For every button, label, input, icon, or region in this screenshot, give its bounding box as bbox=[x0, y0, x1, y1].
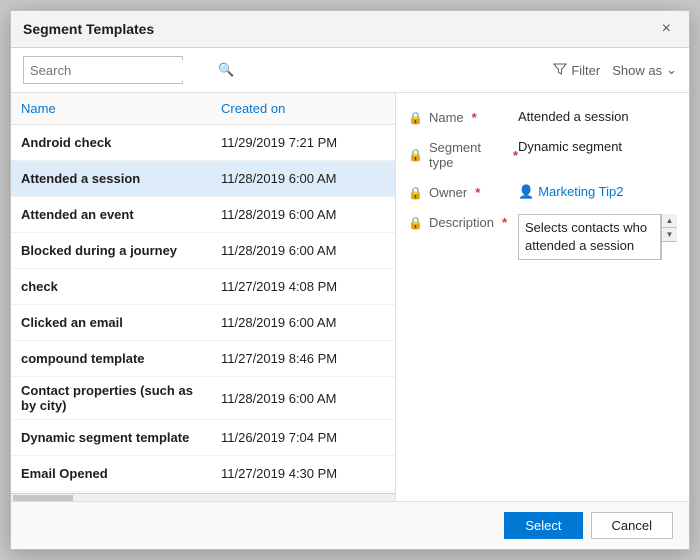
cell-name: check bbox=[11, 273, 211, 300]
list-row[interactable]: Blocked during a journey 11/28/2019 6:00… bbox=[11, 233, 395, 269]
show-as-button[interactable]: Show as ⌄ bbox=[612, 62, 677, 78]
description-textbox: Selects contacts who attended a session bbox=[518, 214, 661, 260]
close-button[interactable]: × bbox=[656, 19, 677, 39]
description-text: Selects contacts who attended a session bbox=[519, 215, 660, 259]
cell-date: 11/26/2019 7:04 PM bbox=[211, 424, 395, 451]
search-icon-button[interactable]: 🔍 bbox=[212, 62, 240, 78]
scroll-down-button[interactable]: ▼ bbox=[662, 228, 677, 242]
list-panel: Name Created on Android check 11/29/2019… bbox=[11, 93, 396, 501]
cell-date: 11/27/2019 4:08 PM bbox=[211, 273, 395, 300]
scrollbar-thumb bbox=[13, 495, 73, 501]
cell-name: Attended a session bbox=[11, 165, 211, 192]
select-button[interactable]: Select bbox=[504, 512, 582, 539]
detail-label-description: 🔒 Description * bbox=[408, 214, 518, 230]
lock-icon-description: 🔒 bbox=[408, 216, 423, 230]
title-bar: Segment Templates × bbox=[11, 11, 689, 48]
cell-date: 11/28/2019 6:00 AM bbox=[211, 201, 395, 228]
list-scroll-area[interactable]: Android check 11/29/2019 7:21 PM Attende… bbox=[11, 125, 395, 493]
detail-label-owner: 🔒 Owner * bbox=[408, 184, 518, 200]
toolbar-right: Filter Show as ⌄ bbox=[553, 62, 677, 79]
search-box: 🔍 bbox=[23, 56, 183, 84]
dialog-title: Segment Templates bbox=[23, 21, 154, 37]
detail-panel: 🔒 Name * Attended a session 🔒 Segment ty… bbox=[396, 93, 689, 501]
detail-label-segment-type-text: Segment type bbox=[429, 140, 505, 170]
cell-date: 11/29/2019 7:21 PM bbox=[211, 129, 395, 156]
dialog-footer: Select Cancel bbox=[11, 501, 689, 549]
detail-row-owner: 🔒 Owner * 👤 Marketing Tip2 bbox=[408, 184, 677, 200]
list-row[interactable]: compound template 11/27/2019 8:46 PM bbox=[11, 341, 395, 377]
detail-row-segment-type: 🔒 Segment type * Dynamic segment bbox=[408, 139, 677, 170]
detail-value-owner-wrap: 👤 Marketing Tip2 bbox=[518, 184, 677, 200]
cell-name: Clicked an email bbox=[11, 309, 211, 336]
search-input[interactable] bbox=[24, 60, 212, 81]
dialog-body: Name Created on Android check 11/29/2019… bbox=[11, 93, 689, 501]
detail-label-segment-type: 🔒 Segment type * bbox=[408, 139, 518, 170]
list-row[interactable]: Attended a session 11/28/2019 6:00 AM bbox=[11, 161, 395, 197]
detail-row-name: 🔒 Name * Attended a session bbox=[408, 109, 677, 125]
list-row[interactable]: Clicked an email 11/28/2019 6:00 AM bbox=[11, 305, 395, 341]
detail-label-owner-text: Owner bbox=[429, 185, 467, 200]
detail-value-name: Attended a session bbox=[518, 109, 677, 124]
detail-description-container: Selects contacts who attended a session … bbox=[518, 214, 677, 260]
detail-label-name-text: Name bbox=[429, 110, 464, 125]
cell-name: compound template bbox=[11, 345, 211, 372]
lock-icon-name: 🔒 bbox=[408, 111, 423, 125]
toolbar: 🔍 Filter Show as ⌄ bbox=[11, 48, 689, 93]
list-row[interactable]: Email Opened 11/27/2019 4:30 PM bbox=[11, 456, 395, 492]
cell-name: Attended an event bbox=[11, 201, 211, 228]
cell-name: Email Opened bbox=[11, 460, 211, 487]
show-as-label: Show as bbox=[612, 63, 662, 78]
detail-label-description-text: Description bbox=[429, 215, 494, 230]
column-header-date[interactable]: Created on bbox=[211, 99, 395, 118]
description-scroll-buttons: ▲ ▼ bbox=[661, 214, 677, 260]
filter-icon bbox=[553, 62, 567, 79]
cell-date: 11/28/2019 6:00 AM bbox=[211, 165, 395, 192]
search-icon: 🔍 bbox=[218, 62, 234, 77]
cell-date: 11/28/2019 6:00 AM bbox=[211, 237, 395, 264]
cell-name: Dynamic segment template bbox=[11, 424, 211, 451]
cell-date: 11/27/2019 8:46 PM bbox=[211, 345, 395, 372]
filter-label: Filter bbox=[571, 63, 600, 78]
detail-value-segment-type: Dynamic segment bbox=[518, 139, 677, 154]
cell-name: Contact properties (such as by city) bbox=[11, 377, 211, 419]
cell-date: 11/28/2019 6:00 AM bbox=[211, 309, 395, 336]
cell-date: 11/27/2019 4:30 PM bbox=[211, 460, 395, 487]
required-marker-owner: * bbox=[475, 185, 480, 200]
column-header-name[interactable]: Name bbox=[11, 99, 211, 118]
list-row[interactable]: Dynamic segment template 11/26/2019 7:04… bbox=[11, 420, 395, 456]
detail-label-name: 🔒 Name * bbox=[408, 109, 518, 125]
required-marker-description: * bbox=[502, 215, 507, 230]
horizontal-scrollbar[interactable] bbox=[11, 493, 395, 501]
cell-date: 11/28/2019 6:00 AM bbox=[211, 385, 395, 412]
lock-icon-segment-type: 🔒 bbox=[408, 148, 423, 162]
cell-name: Android check bbox=[11, 129, 211, 156]
scroll-up-button[interactable]: ▲ bbox=[662, 214, 677, 228]
chevron-down-icon: ⌄ bbox=[666, 62, 677, 78]
detail-row-description: 🔒 Description * Selects contacts who att… bbox=[408, 214, 677, 260]
person-icon: 👤 bbox=[518, 184, 534, 200]
list-header: Name Created on bbox=[11, 93, 395, 125]
list-row[interactable]: check 11/27/2019 4:08 PM bbox=[11, 269, 395, 305]
lock-icon-owner: 🔒 bbox=[408, 186, 423, 200]
cell-name: Blocked during a journey bbox=[11, 237, 211, 264]
list-row[interactable]: Contact properties (such as by city) 11/… bbox=[11, 377, 395, 420]
required-marker-name: * bbox=[472, 110, 477, 125]
cancel-button[interactable]: Cancel bbox=[591, 512, 673, 539]
list-row[interactable]: Attended an event 11/28/2019 6:00 AM bbox=[11, 197, 395, 233]
filter-button[interactable]: Filter bbox=[553, 62, 600, 79]
detail-value-owner[interactable]: Marketing Tip2 bbox=[538, 184, 677, 199]
segment-templates-dialog: Segment Templates × 🔍 Filter Show as ⌄ bbox=[10, 10, 690, 550]
list-row[interactable]: Android check 11/29/2019 7:21 PM bbox=[11, 125, 395, 161]
